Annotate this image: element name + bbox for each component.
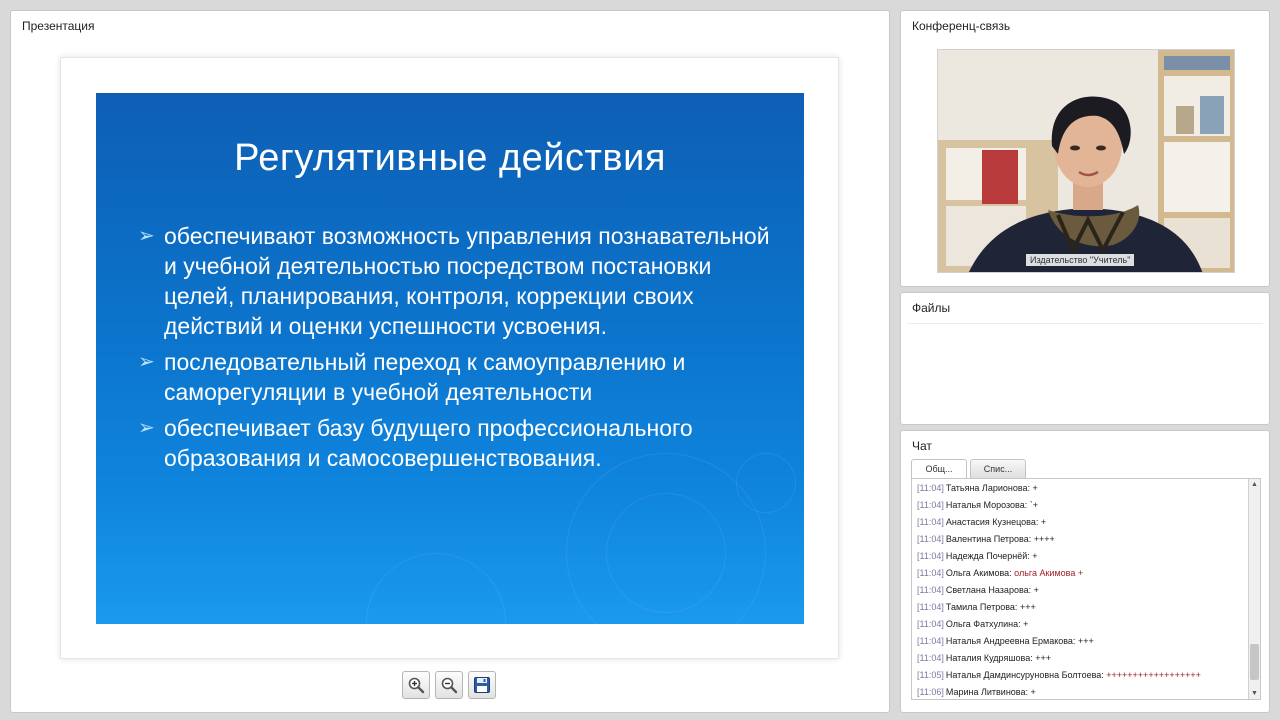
slide-frame: Регулятивные действия ➢ обеспечивают воз…: [60, 57, 839, 659]
chat-message-author: Татьяна Ларионова:: [945, 483, 1031, 493]
chat-message-text: +: [1028, 687, 1036, 697]
slide-bullet-text: последовательный переход к самоуправлени…: [164, 349, 686, 405]
chat-message-time: [11:04]: [917, 517, 944, 527]
chat-message-time: [11:04]: [917, 568, 944, 578]
chat-message: [11:04] Тамила Петрова: +++: [917, 599, 1242, 616]
chat-message-time: [11:04]: [917, 483, 944, 493]
slide-bullet-list: ➢ обеспечивают возможность управления по…: [138, 221, 778, 479]
conference-panel-title: Конференц-связь: [912, 19, 1011, 33]
chat-message-author: Ольга Фатхулина:: [945, 619, 1021, 629]
arrow-bullet-icon: ➢: [138, 351, 155, 373]
chat-message-author: Наталья Дамдинсуруновна Болтоева:: [945, 670, 1104, 680]
chat-message: [11:04] Наталия Кудряшова: +++: [917, 650, 1242, 667]
slide: Регулятивные действия ➢ обеспечивают воз…: [96, 93, 804, 624]
scroll-up-icon[interactable]: ▲: [1249, 479, 1260, 490]
chat-message-author: Тамила Петрова:: [945, 602, 1018, 612]
zoom-in-icon: [408, 677, 425, 694]
arrow-bullet-icon: ➢: [138, 417, 155, 439]
chat-lines: [11:04] Татьяна Ларионова: + [11:04] Наталь…: [917, 480, 1242, 699]
chat-message: [11:04] Валентина Петрова: ++++: [917, 531, 1242, 548]
video-caption: Издательство "Учитель": [1026, 254, 1135, 266]
conference-panel: Конференц-связь Издательство "Учитель": [900, 10, 1270, 287]
chat-message-text: ++++++++++++++++++: [1103, 670, 1201, 680]
chat-message: [11:04] Надежда Почернёй: +: [917, 548, 1242, 565]
zoom-out-button[interactable]: [435, 671, 463, 699]
slide-decoration: [366, 553, 506, 624]
chat-message-author: Надежда Почернёй:: [945, 551, 1030, 561]
chat-message-text: +: [1020, 619, 1029, 629]
chat-message: [11:04] Наталья Морозова: `+: [917, 497, 1242, 514]
save-button[interactable]: [468, 671, 496, 699]
chat-message-author: Наталья Морозова:: [945, 500, 1028, 510]
chat-message-text: +: [1038, 517, 1047, 527]
chat-message-time: [11:06]: [917, 687, 944, 697]
files-panel-title: Файлы: [912, 301, 951, 315]
chat-message-text: +: [1029, 551, 1038, 561]
chat-message-author: Наталья Андреевна Ермакова:: [945, 636, 1076, 646]
chat-message-text: +++: [1017, 602, 1036, 612]
scroll-down-icon[interactable]: ▼: [1249, 688, 1260, 699]
files-list: [907, 323, 1263, 417]
chat-message: [11:04] Татьяна Ларионова: +: [917, 480, 1242, 497]
chat-message-time: [11:04]: [917, 500, 944, 510]
chat-message-time: [11:05]: [917, 670, 944, 680]
chat-message-list[interactable]: [11:04] Татьяна Ларионова: + [11:04] Наталь…: [911, 478, 1261, 700]
chat-message: [11:04] Ольга Фатхулина: +: [917, 616, 1242, 633]
chat-message-time: [11:04]: [917, 534, 944, 544]
scroll-thumb[interactable]: [1250, 644, 1259, 680]
slide-bullet-text: обеспечивает базу будущего профессиональ…: [164, 415, 693, 471]
chat-message-text: +: [1031, 585, 1039, 595]
slide-bullet: ➢ последовательный переход к самоуправле…: [138, 347, 778, 407]
chat-message-time: [11:04]: [917, 619, 944, 629]
floppy-disk-icon: [474, 677, 490, 693]
slide-decoration: [606, 493, 726, 613]
chat-tab-bar: Общ... Спис...: [911, 459, 1026, 478]
chat-panel: Чат Общ... Спис... [11:04] Татьяна Ларион…: [900, 430, 1270, 713]
zoom-out-icon: [441, 677, 458, 694]
chat-message-author: Ольга Акимова:: [945, 568, 1012, 578]
tab-chat-general[interactable]: Общ...: [911, 459, 967, 478]
speaker-video-image: [938, 50, 1234, 272]
tab-chat-participants[interactable]: Спис...: [970, 459, 1026, 478]
chat-message-text: +++: [1075, 636, 1094, 646]
chat-message-time: [11:04]: [917, 653, 944, 663]
chat-message-time: [11:04]: [917, 636, 944, 646]
chat-message: [11:05] Наталья Дамдинсуруновна Болтоева:…: [917, 667, 1242, 684]
slide-heading: Регулятивные действия: [234, 137, 666, 179]
chat-message-time: [11:04]: [917, 585, 944, 595]
chat-message-author: Наталия Кудряшова:: [945, 653, 1033, 663]
slide-bullet-text: обеспечивают возможность управления позн…: [164, 223, 770, 339]
zoom-in-button[interactable]: [402, 671, 430, 699]
chat-message: [11:04] Ольга Акимова: ольга Акимова +: [917, 565, 1242, 582]
slide-bullet: ➢ обеспечивают возможность управления по…: [138, 221, 778, 341]
chat-message: [11:04] Анастасия Кузнецова: +: [917, 514, 1242, 531]
slide-bullet: ➢ обеспечивает базу будущего профессиона…: [138, 413, 778, 473]
presentation-panel-title: Презентация: [22, 19, 95, 33]
files-panel: Файлы: [900, 292, 1270, 425]
chat-message-time: [11:04]: [917, 602, 944, 612]
arrow-bullet-icon: ➢: [138, 225, 155, 247]
chat-message: [11:04] Светлана Назарова: +: [917, 582, 1242, 599]
chat-message-text: +++: [1032, 653, 1052, 663]
chat-message-author: Марина Литвинова:: [945, 687, 1028, 697]
video-feed[interactable]: Издательство "Учитель": [937, 49, 1235, 273]
presentation-toolbar: [402, 671, 496, 699]
chat-message-text: ++++: [1031, 534, 1055, 544]
chat-scrollbar[interactable]: ▲ ▼: [1248, 479, 1260, 699]
chat-panel-title: Чат: [912, 439, 932, 453]
chat-message: [11:04] Наталья Андреевна Ермакова: +++: [917, 633, 1242, 650]
chat-message-author: Анастасия Кузнецова:: [945, 517, 1039, 527]
chat-message-text: ольга Акимова +: [1011, 568, 1084, 578]
presentation-panel: Презентация Регулятивные действия ➢ обес…: [10, 10, 890, 713]
chat-message: [11:06] Марина Литвинова: +: [917, 684, 1242, 699]
chat-message-author: Светлана Назарова:: [945, 585, 1032, 595]
chat-message-time: [11:04]: [917, 551, 944, 561]
chat-message-author: Валентина Петрова:: [945, 534, 1032, 544]
chat-message-text: `+: [1027, 500, 1039, 510]
chat-message-text: +: [1030, 483, 1038, 493]
